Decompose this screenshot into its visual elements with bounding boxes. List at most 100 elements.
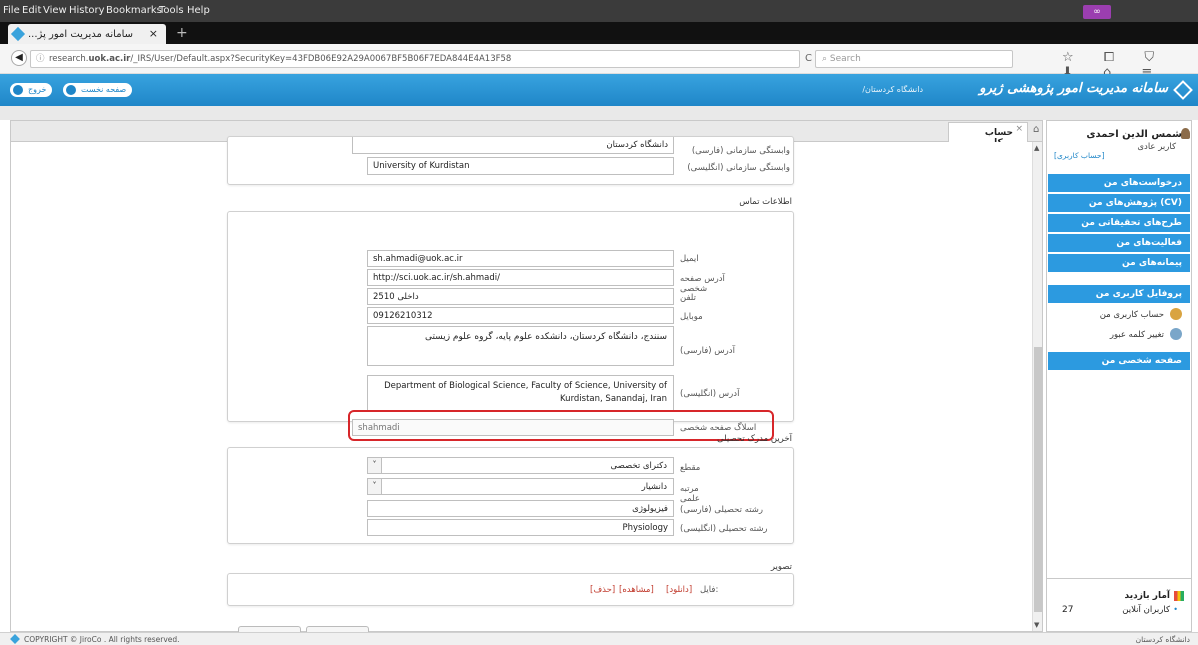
user-card: شمس الدین احمدی کاربر عادی [حساب کاربری] — [1046, 125, 1192, 165]
org-fa-label: وابستگی سازمانی (فارسی) — [691, 146, 790, 156]
org-fa-input[interactable]: دانشگاه کردستان — [352, 137, 674, 154]
degree-heading: آخرین مدرک تحصیلی — [717, 434, 792, 444]
browser-search-input[interactable]: ⌕ Search — [815, 50, 1013, 68]
reload-icon[interactable]: C — [805, 53, 812, 64]
home-icon[interactable]: ⌂ — [1033, 124, 1039, 135]
app-logo-icon — [1173, 80, 1193, 100]
search-placeholder: Search — [829, 54, 861, 64]
stats-panel: آمار بازدید کاربران آنلاین • 27 — [1046, 578, 1192, 631]
sidebar-item-contracts[interactable]: پیمانه‌های من — [1048, 254, 1190, 273]
sidebar-item-requests[interactable]: درخواست‌های من — [1048, 174, 1190, 193]
app-title: سامانه مدیریت امور پژوهشی ژیرو — [979, 81, 1168, 96]
extension-badge[interactable]: ∞ — [1083, 5, 1111, 19]
phone-label: تلفن — [680, 293, 696, 303]
rank-label: مرتبه علمی — [680, 484, 700, 504]
menu-tools[interactable]: Tools — [159, 5, 184, 16]
home-label: صفحه نخست — [81, 85, 127, 94]
browser-tab[interactable]: ...سامانه مدیریت امور پژ × — [8, 24, 166, 44]
addr-en-textarea[interactable]: Department of Biological Science, Facult… — [367, 375, 674, 411]
addr-en-label: آدرس (انگلیسی) — [680, 389, 740, 399]
new-tab-button[interactable]: + — [176, 25, 188, 41]
power-icon — [13, 85, 23, 95]
tab-close-icon[interactable]: × — [149, 27, 158, 40]
footer-logo-icon — [10, 634, 20, 644]
file-label: فایل: — [700, 585, 719, 595]
field-en-label: رشته تحصیلی (انگلیسی) — [680, 524, 768, 534]
menu-help[interactable]: Help — [187, 5, 210, 16]
home-page-button[interactable]: صفحه نخست — [63, 83, 133, 97]
url-bar[interactable]: ⓘ research.uok.ac.ir/_IRS/User/Default.a… — [30, 50, 800, 68]
url-path: /_IRS/User/Default.aspx?SecurityKey=43FD… — [130, 54, 512, 64]
file-delete-link[interactable]: [حذف] — [590, 585, 615, 595]
tab-close-icon[interactable]: × — [1015, 124, 1023, 134]
browser-menubar: File Edit View History Bookmarks Tools H… — [0, 0, 1198, 22]
home-icon — [66, 85, 76, 95]
sidebar-sub-password[interactable]: تغییر کلمه عبور — [1048, 326, 1190, 344]
addr-en-line1: Department of Biological Science, Facult… — [384, 381, 667, 391]
mobile-input[interactable]: 09126210312 — [367, 307, 674, 324]
sub-account-label: حساب کاربری من — [1099, 310, 1164, 320]
mobile-label: موبایل — [680, 312, 703, 322]
rank-select[interactable]: ˅ دانشیار — [367, 478, 674, 495]
scroll-up-icon[interactable]: ▲ — [1034, 144, 1039, 152]
email-label: ایمیل — [680, 254, 699, 264]
copyright-text: COPYRIGHT © JiroCo . All rights reserved… — [24, 635, 180, 644]
level-label: مقطع — [680, 463, 701, 473]
menu-edit[interactable]: Edit — [22, 5, 41, 16]
tab-user-account[interactable]: × حساب کاربر... — [948, 122, 1028, 148]
bullet-icon: • — [1173, 605, 1178, 614]
rank-value: دانشیار — [641, 482, 667, 492]
phone-input[interactable]: داخلی 2510 — [367, 288, 674, 305]
level-value: دکترای تخصصی — [610, 461, 667, 471]
user-icon — [1181, 128, 1190, 139]
app-subtitle: /دانشگاه کردستان — [862, 85, 923, 94]
email-input[interactable]: sh.ahmadi@uok.ac.ir — [367, 250, 674, 267]
url-prefix: research. — [49, 54, 89, 64]
user-name: شمس الدین احمدی — [1086, 129, 1182, 140]
field-fa-input[interactable]: فیزیولوژی — [367, 500, 674, 517]
exit-button[interactable]: خروج — [10, 83, 53, 97]
field-fa-label: رشته تحصیلی (فارسی) — [680, 505, 764, 515]
sidebar-item-personal-page[interactable]: صفحه شخصی من — [1048, 352, 1190, 371]
scrollbar-thumb[interactable] — [1034, 347, 1042, 612]
addr-fa-label: آدرس (فارسی) — [680, 346, 735, 356]
field-en-input[interactable]: Physiology — [367, 519, 674, 536]
menu-bookmarks[interactable]: Bookmarks — [106, 5, 162, 16]
sidebar-item-research[interactable]: پژوهش‌های من (CV) — [1048, 194, 1190, 213]
level-select[interactable]: ˅ دکترای تخصصی — [367, 457, 674, 474]
bar-chart-icon — [1174, 591, 1184, 601]
site-favicon-icon — [10, 26, 26, 42]
menu-view[interactable]: View — [43, 5, 67, 16]
menu-file[interactable]: File — [3, 5, 20, 16]
back-arrow-icon[interactable]: ◀ — [11, 50, 27, 66]
homepage-label: آدرس صفحه شخصی — [680, 274, 725, 294]
file-view-link[interactable]: [مشاهده] — [619, 585, 654, 595]
page-footer: COPYRIGHT © JiroCo . All rights reserved… — [0, 632, 1198, 645]
image-heading: تصویر — [770, 562, 792, 572]
key-user-icon — [1170, 328, 1182, 340]
addr-en-line2: Kurdistan, Sanandaj, Iran — [560, 394, 667, 404]
sidebar-item-profile[interactable]: پروفایل کاربری من — [1048, 285, 1190, 304]
content-scrollbar[interactable]: ▲ ▼ — [1032, 142, 1042, 631]
sub-password-label: تغییر کلمه عبور — [1109, 330, 1164, 340]
url-domain: uok.ac.ir — [88, 54, 131, 64]
contact-heading: اطلاعات تماس — [739, 197, 792, 207]
chevron-down-icon: ˅ — [368, 479, 382, 494]
browser-navbar: ◀ ⓘ research.uok.ac.ir/_IRS/User/Default… — [0, 44, 1198, 80]
user-role: کاربر عادی — [1137, 142, 1176, 152]
user-account-icon — [1170, 308, 1182, 320]
addr-fa-textarea[interactable]: سنندج، دانشگاه کردستان، دانشکده علوم پای… — [367, 326, 674, 366]
tab-title: ...سامانه مدیریت امور پژ — [28, 29, 133, 40]
file-download-link[interactable]: [دانلود] — [666, 585, 692, 595]
info-icon[interactable]: ⓘ — [36, 51, 45, 67]
sidebar-item-projects[interactable]: طرح‌های تحقیقاتی من — [1048, 214, 1190, 233]
exit-label: خروج — [28, 85, 47, 94]
user-account-link[interactable]: [حساب کاربری] — [1054, 151, 1105, 160]
scroll-down-icon[interactable]: ▼ — [1034, 621, 1039, 629]
sidebar-item-activities[interactable]: فعالیت‌های من — [1048, 234, 1190, 253]
sidebar-sub-account[interactable]: حساب کاربری من — [1048, 306, 1190, 324]
footer-university: دانشگاه کردستان — [1135, 635, 1190, 644]
org-en-input[interactable]: University of Kurdistan — [367, 157, 674, 175]
homepage-input[interactable]: http://sci.uok.ac.ir/sh.ahmadi/ — [367, 269, 674, 286]
menu-history[interactable]: History — [69, 5, 105, 16]
